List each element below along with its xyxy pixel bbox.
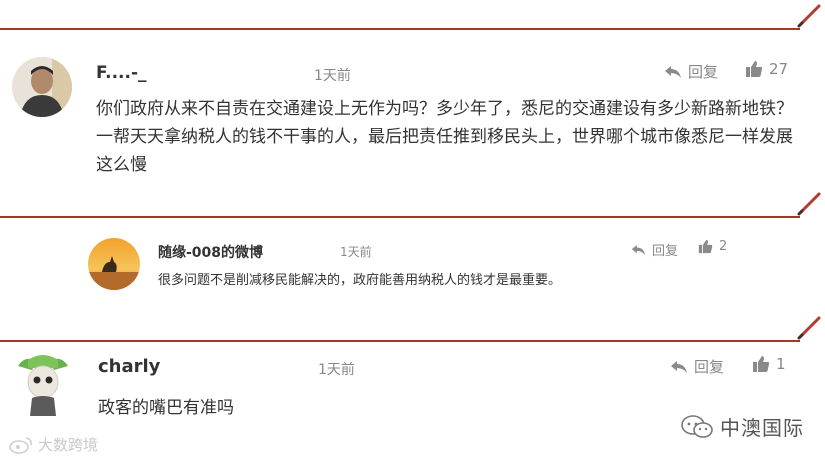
comment-item: F....-_ 1天前 回复 27 你们政府从来不自责在交通建设上无作为吗？多少…: [0, 30, 825, 215]
comment-text: 政客的嘴巴有准吗: [98, 398, 234, 418]
like-button[interactable]: 27: [745, 60, 788, 78]
comment-author[interactable]: 随缘-008的微博: [158, 242, 263, 262]
avatar[interactable]: [12, 57, 72, 117]
pencil-icon[interactable]: [797, 314, 823, 340]
comment-author[interactable]: F....-_: [96, 63, 147, 83]
reply-arrow-icon: [670, 360, 688, 374]
watermark-text: 中澳国际: [720, 416, 804, 440]
reply-button[interactable]: 回复: [631, 240, 678, 259]
watermark-text: 大数跨境: [38, 436, 99, 454]
comment-timestamp: 1天前: [318, 362, 355, 378]
comment-author[interactable]: charly: [98, 356, 160, 377]
avatar[interactable]: [14, 352, 72, 418]
thumbs-up-icon: [752, 355, 770, 373]
comment-timestamp: 1天前: [314, 68, 351, 84]
comment-timestamp: 1天前: [340, 245, 372, 259]
reply-label: 回复: [652, 244, 679, 259]
watermark: 大数跨境: [8, 434, 98, 455]
pencil-icon[interactable]: [797, 190, 823, 216]
reply-label: 回复: [688, 63, 719, 81]
reply-button[interactable]: 回复: [670, 356, 724, 377]
like-count: 1: [776, 355, 786, 373]
comment-item: 随缘-008的微博 1天前 回复 2 很多问题不是削减移民能解决的，政府能善用纳…: [0, 218, 825, 338]
weibo-icon: [8, 436, 34, 454]
like-count: 27: [769, 60, 789, 78]
avatar[interactable]: [88, 238, 140, 290]
wechat-icon: [680, 414, 714, 440]
comment-text: 你们政府从来不自责在交通建设上无作为吗？多少年了，悉尼的交通建设有多少新路新地铁…: [96, 99, 793, 175]
like-button[interactable]: 1: [752, 355, 786, 373]
like-count: 2: [719, 239, 728, 254]
comment-text: 很多问题不是削减移民能解决的，政府能善用纳税人的钱才是最重要。: [158, 273, 562, 288]
reply-arrow-icon: [664, 65, 682, 79]
thumbs-up-icon: [745, 60, 763, 78]
watermark: 中澳国际: [680, 412, 804, 441]
pencil-icon[interactable]: [797, 2, 823, 28]
reply-button[interactable]: 回复: [664, 61, 718, 82]
thumbs-up-icon: [698, 239, 713, 254]
reply-arrow-icon: [631, 244, 646, 256]
comment-item: charly 1天前 回复 1 政客的嘴巴有准吗: [0, 342, 825, 461]
reply-label: 回复: [694, 358, 725, 376]
like-button[interactable]: 2: [698, 239, 727, 254]
